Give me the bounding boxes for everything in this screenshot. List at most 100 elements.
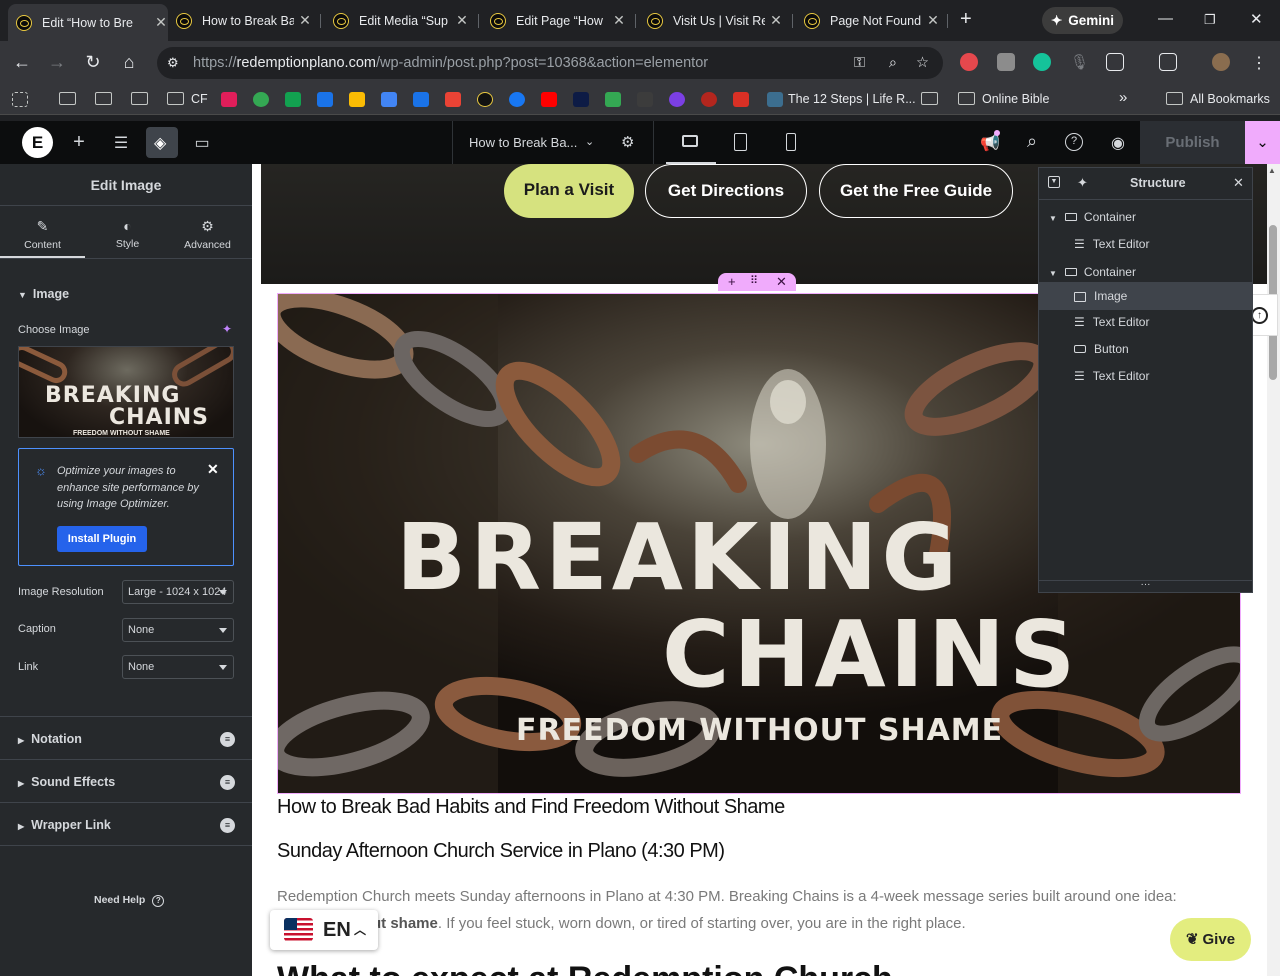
- close-tab-icon[interactable]: ✕: [926, 12, 940, 29]
- give-button[interactable]: ❦ Give: [1170, 918, 1251, 961]
- facebook-bookmark-icon[interactable]: [509, 92, 525, 107]
- more-bookmarks-icon[interactable]: »: [1119, 89, 1127, 106]
- r-extension-icon[interactable]: [997, 53, 1015, 71]
- page-settings-gear-icon[interactable]: ⚙: [621, 121, 634, 164]
- browser-tab[interactable]: Edit Media “Sup ✕: [333, 8, 469, 33]
- search-icon[interactable]: ⌕: [1022, 131, 1042, 152]
- close-tab-icon[interactable]: ✕: [769, 12, 783, 29]
- microphone-icon[interactable]: 🎙: [1070, 53, 1089, 71]
- image-thumbnail[interactable]: BREAKING CHAINS FREEDOM WITHOUT SHAME: [18, 346, 234, 438]
- whats-new-megaphone-icon[interactable]: 📢: [980, 133, 1000, 153]
- bookmark-folder-icon[interactable]: [131, 92, 148, 105]
- restore-window-icon[interactable]: ❐: [1204, 12, 1216, 28]
- all-bookmarks[interactable]: All Bookmarks: [1190, 92, 1270, 106]
- bookmark-site-icon[interactable]: [733, 92, 749, 107]
- tab-search-icon[interactable]: [1159, 53, 1177, 71]
- docs-bookmark-icon[interactable]: [381, 92, 397, 107]
- minimize-window-icon[interactable]: —: [1158, 10, 1173, 27]
- close-tab-icon[interactable]: ✕: [298, 12, 312, 29]
- bookmark-online-bible[interactable]: Online Bible: [982, 92, 1049, 106]
- sound-effects-section-toggle[interactable]: ▶ Sound Effects: [18, 775, 115, 789]
- bookmark-folder-icon[interactable]: [59, 92, 76, 105]
- publish-button[interactable]: Publish: [1140, 121, 1245, 164]
- bookmark-site-icon[interactable]: [317, 92, 333, 107]
- bookmark-site-icon[interactable]: [669, 92, 685, 107]
- apps-grid-icon[interactable]: [12, 92, 28, 107]
- desktop-view-button[interactable]: [666, 121, 716, 164]
- resize-handle-icon[interactable]: ···: [1039, 580, 1252, 593]
- ai-sparkle-icon[interactable]: ✦: [1077, 175, 1088, 191]
- link-select[interactable]: None: [122, 655, 234, 679]
- install-plugin-button[interactable]: Install Plugin: [57, 526, 147, 552]
- bookmark-site-icon[interactable]: [767, 92, 783, 107]
- reload-icon[interactable]: ↻: [82, 52, 104, 73]
- close-tab-icon[interactable]: ✕: [612, 12, 626, 29]
- redemption-bookmark-icon[interactable]: [477, 92, 493, 107]
- back-arrow-icon[interactable]: ←: [11, 52, 33, 73]
- structure-node-image[interactable]: Image: [1039, 282, 1252, 310]
- sheets-bookmark-icon[interactable]: [605, 92, 621, 107]
- bookmark-folder-icon[interactable]: [95, 92, 112, 105]
- extensions-puzzle-icon[interactable]: [1106, 53, 1124, 71]
- bookmark-site-icon[interactable]: [637, 92, 653, 107]
- gemini-button[interactable]: ✦ Gemini: [1042, 7, 1123, 34]
- notation-section-toggle[interactable]: ▶ Notation: [18, 732, 82, 746]
- structure-node-container[interactable]: ▼ Container: [1039, 204, 1252, 231]
- add-element-icon[interactable]: +: [70, 131, 88, 154]
- bookmark-site-icon[interactable]: [701, 92, 717, 107]
- browser-tab[interactable]: Visit Us | Visit Re ✕: [647, 8, 783, 33]
- structure-node-button[interactable]: Button: [1039, 336, 1252, 363]
- calendar-bookmark-icon[interactable]: [413, 92, 429, 107]
- image-section-toggle[interactable]: ▼ Image: [18, 287, 69, 301]
- grammarly-extension-icon[interactable]: [1033, 53, 1051, 71]
- structure-node-text-editor[interactable]: ☰ Text Editor: [1039, 309, 1252, 336]
- browser-tab-active[interactable]: Edit “How to Bre ✕: [8, 4, 168, 41]
- elementor-logo[interactable]: E: [22, 127, 53, 158]
- mobile-view-button[interactable]: [766, 121, 816, 164]
- preview-eye-icon[interactable]: ◉: [1108, 133, 1128, 153]
- get-free-guide-button[interactable]: Get the Free Guide: [819, 164, 1013, 218]
- gmail-bookmark-icon[interactable]: [445, 92, 461, 107]
- tab-advanced[interactable]: ⚙ Advanced: [165, 206, 250, 258]
- comments-icon[interactable]: ▭: [192, 133, 212, 153]
- new-tab-icon[interactable]: +: [960, 8, 972, 31]
- pocket-extension-icon[interactable]: [960, 53, 978, 71]
- bookmark-folder-icon[interactable]: [958, 92, 975, 105]
- browser-tab[interactable]: Page Not Found ✕: [804, 8, 940, 33]
- browser-menu-icon[interactable]: ⋮: [1250, 53, 1268, 72]
- close-tab-icon[interactable]: ✕: [154, 14, 168, 31]
- language-switcher[interactable]: EN ︿: [270, 910, 378, 950]
- collapse-all-icon[interactable]: ▼: [1048, 176, 1060, 188]
- image-resolution-select[interactable]: Large - 1024 x 1024: [122, 580, 234, 604]
- structure-node-text-editor[interactable]: ☰ Text Editor: [1039, 363, 1252, 390]
- section-handle[interactable]: + ⠿ ✕: [718, 273, 796, 291]
- tab-style[interactable]: ◐ Style: [85, 206, 170, 258]
- close-notice-icon[interactable]: ✕: [207, 461, 219, 478]
- bookmark-star-icon[interactable]: ☆: [916, 47, 929, 79]
- tab-content[interactable]: ✎ Content: [0, 206, 85, 258]
- all-bookmarks-folder-icon[interactable]: [1166, 92, 1183, 105]
- keep-bookmark-icon[interactable]: [349, 92, 365, 107]
- bookmark-folder-icon[interactable]: [921, 92, 938, 105]
- close-tab-icon[interactable]: ✕: [455, 12, 469, 29]
- bookmark-12-steps[interactable]: The 12 Steps | Life R...: [788, 92, 916, 106]
- slack-bookmark-icon[interactable]: [221, 92, 237, 107]
- wrapper-link-section-toggle[interactable]: ▶ Wrapper Link: [18, 818, 111, 832]
- address-bar[interactable]: ⚙ https://redemptionplano.com/wp-admin/p…: [157, 47, 943, 79]
- help-icon[interactable]: ?: [1065, 133, 1083, 151]
- forward-arrow-icon[interactable]: →: [46, 52, 68, 73]
- bookmark-cf[interactable]: CF: [191, 92, 208, 106]
- browser-tab[interactable]: Edit Page “How ✕: [490, 8, 626, 33]
- plan-a-visit-button[interactable]: Plan a Visit: [504, 164, 634, 218]
- bookmark-site-icon[interactable]: [285, 92, 301, 107]
- bookmark-site-icon[interactable]: [253, 92, 269, 107]
- scroll-up-arrow-icon[interactable]: ▲: [1268, 166, 1276, 175]
- get-directions-button[interactable]: Get Directions: [645, 164, 807, 218]
- page-settings-dropdown[interactable]: How to Break Ba... ⌄ ⚙: [452, 121, 654, 164]
- site-settings-sliders-icon[interactable]: ☰: [111, 133, 131, 153]
- site-info-icon[interactable]: ⚙: [167, 47, 179, 79]
- home-icon[interactable]: ⌂: [118, 52, 140, 73]
- close-structure-icon[interactable]: ✕: [1233, 175, 1244, 191]
- browser-tab[interactable]: How to Break Ba ✕: [176, 8, 312, 33]
- need-help-link[interactable]: Need Help ?: [94, 894, 165, 907]
